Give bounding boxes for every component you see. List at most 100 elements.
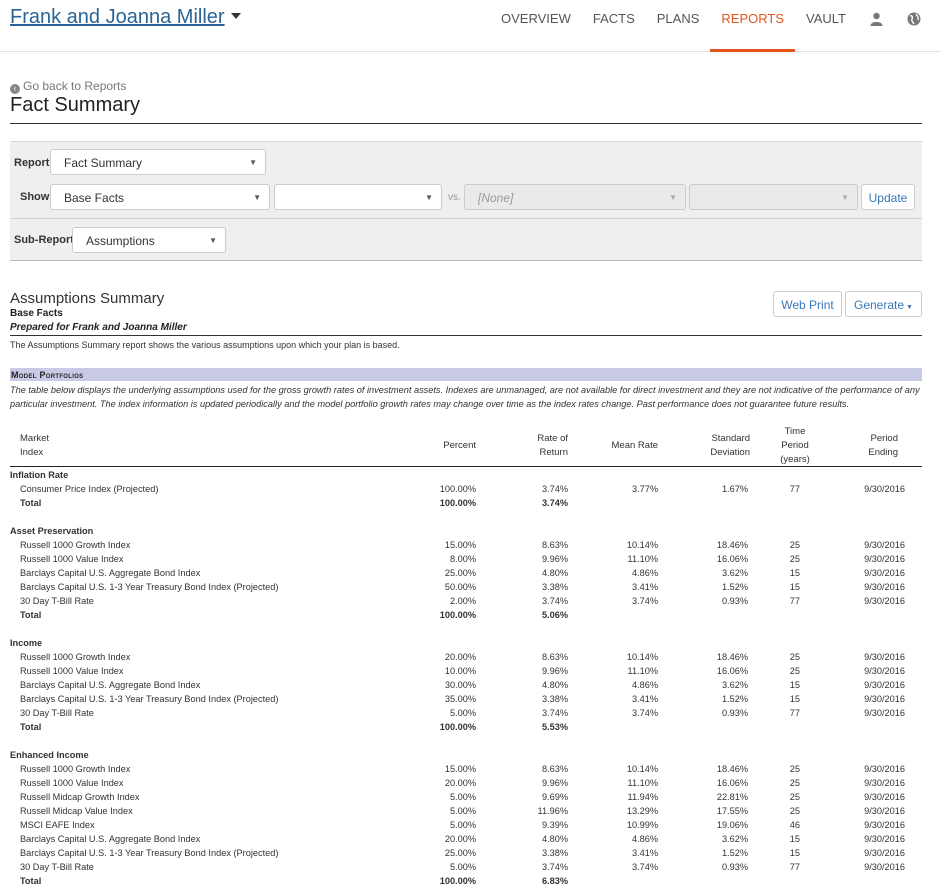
cell-rate-of-return: 3.74%	[541, 596, 568, 606]
cell-time-period: 25	[789, 540, 800, 550]
report-divider	[10, 335, 922, 336]
show-select[interactable]: Base Facts ▼	[50, 184, 270, 210]
cell-std-dev: 16.06%	[716, 666, 748, 676]
chevron-down-icon[interactable]	[230, 12, 241, 19]
table-row: Barclays Capital U.S. 1-3 Year Treasury …	[10, 846, 922, 860]
cell-percent: 5.00%	[449, 862, 476, 872]
cell-time-period: 77	[789, 708, 800, 718]
report-title: Assumptions Summary	[10, 290, 165, 307]
cell-rate-of-return: 9.96%	[541, 666, 568, 676]
table-row: 30 Day T-Bill Rate 5.00% 3.74% 3.74% 0.93% 77…	[10, 706, 922, 720]
cell-rate-of-return: 11.96%	[537, 806, 568, 816]
total-row: Total 100.00% 5.06%	[10, 608, 922, 622]
col-tp-line3: (years)	[780, 454, 810, 465]
total-percent: 100.00%	[439, 610, 476, 620]
total-label: Total	[20, 610, 42, 620]
cell-rate-of-return: 8.63%	[541, 540, 568, 550]
client-name-dropdown[interactable]: Frank and Joanna Miller	[10, 6, 241, 29]
cell-period-ending: 9/30/2016	[864, 666, 905, 676]
back-to-reports-link[interactable]: ‹ Go back to Reports	[10, 79, 126, 94]
cell-period-ending: 9/30/2016	[864, 806, 905, 816]
cell-percent: 2.00%	[449, 596, 476, 606]
subreport-select-value: Assumptions	[86, 234, 155, 248]
web-print-button[interactable]: Web Print	[773, 291, 842, 317]
report-controls-panel: Report: Fact Summary ▼ Show: Base Facts ▼ …	[10, 141, 922, 261]
cell-std-dev: 18.46%	[716, 764, 748, 774]
cell-period-ending: 9/30/2016	[864, 540, 905, 550]
cell-period-ending: 9/30/2016	[864, 778, 905, 788]
dropdown-arrow-icon: ▼	[669, 193, 677, 202]
cell-rate-of-return: 4.80%	[541, 680, 568, 690]
cell-mean-rate: 3.41%	[631, 694, 658, 704]
table-row: Barclays Capital U.S. Aggregate Bond Ind…	[10, 678, 922, 692]
cell-mean-rate: 3.74%	[631, 862, 658, 872]
dropdown-arrow-icon: ▼	[209, 236, 217, 245]
table-row: Russell Midcap Growth Index 5.00% 9.69% 11.…	[10, 790, 922, 804]
section-heading: Model Portfolios	[10, 368, 922, 381]
cell-time-period: 25	[789, 792, 800, 802]
col-tp-line1: Time	[784, 426, 806, 437]
report-select[interactable]: Fact Summary ▼	[50, 149, 266, 175]
cell-time-period: 77	[789, 596, 800, 606]
table-row: Russell 1000 Growth Index 20.00% 8.63% 10.1…	[10, 650, 922, 664]
cell-time-period: 15	[789, 680, 800, 690]
cell-time-period: 25	[789, 778, 800, 788]
cell-period-ending: 9/30/2016	[864, 708, 905, 718]
table-row: Russell 1000 Value Index 20.00% 9.96% 11.10…	[10, 776, 922, 790]
show-secondary-select[interactable]: ▼	[274, 184, 442, 210]
compare-select[interactable]: [None] ▼	[464, 184, 686, 210]
cell-percent: 5.00%	[449, 792, 476, 802]
vs-label: vs.	[448, 192, 461, 203]
caret-down-icon: ▼	[906, 304, 913, 311]
cell-percent: 35.00%	[444, 694, 476, 704]
cell-period-ending: 9/30/2016	[864, 568, 905, 578]
cell-std-dev: 1.52%	[721, 848, 748, 858]
table-row: Barclays Capital U.S. Aggregate Bond Ind…	[10, 566, 922, 580]
cell-index-name: Russell Midcap Value Index	[20, 806, 133, 816]
compare-secondary-select[interactable]: ▼	[689, 184, 858, 210]
cell-time-period: 15	[789, 834, 800, 844]
group-name: Income	[10, 638, 43, 648]
cell-mean-rate: 13.29%	[626, 806, 658, 816]
cell-percent: 10.00%	[444, 666, 476, 676]
dropdown-arrow-icon: ▼	[249, 158, 257, 167]
title-divider	[10, 123, 922, 124]
report-label: Report:	[14, 157, 54, 169]
cell-period-ending: 9/30/2016	[864, 484, 905, 494]
cell-std-dev: 3.62%	[721, 568, 748, 578]
globe-icon[interactable]	[895, 0, 933, 52]
cell-rate-of-return: 3.74%	[541, 862, 568, 872]
total-rate-of-return: 6.83%	[541, 876, 568, 886]
cell-time-period: 46	[789, 820, 800, 830]
nav-plans[interactable]: PLANS	[646, 0, 711, 52]
nav-vault[interactable]: VAULT	[795, 0, 857, 52]
col-tp-line2: Period	[781, 440, 809, 451]
cell-index-name: Barclays Capital U.S. 1-3 Year Treasury …	[20, 694, 279, 704]
cell-rate-of-return: 3.38%	[541, 694, 568, 704]
subreport-select[interactable]: Assumptions ▼	[72, 227, 226, 253]
nav-facts[interactable]: FACTS	[582, 0, 646, 52]
cell-index-name: Consumer Price Index (Projected)	[20, 484, 159, 494]
update-button[interactable]: Update	[861, 184, 915, 210]
dropdown-arrow-icon: ▼	[425, 193, 433, 202]
client-name[interactable]: Frank and Joanna Miller	[10, 6, 225, 28]
col-percent: Percent	[443, 440, 476, 451]
user-icon[interactable]	[857, 0, 895, 52]
table-row: Russell 1000 Value Index 10.00% 9.96% 11.10…	[10, 664, 922, 678]
cell-index-name: Russell 1000 Growth Index	[20, 652, 131, 662]
cell-rate-of-return: 3.38%	[541, 848, 568, 858]
table-row: Russell 1000 Growth Index 15.00% 8.63% 10.1…	[10, 538, 922, 552]
nav-overview[interactable]: OVERVIEW	[490, 0, 582, 52]
cell-std-dev: 3.62%	[721, 680, 748, 690]
generate-button-label: Generate	[854, 298, 905, 312]
cell-index-name: Barclays Capital U.S. 1-3 Year Treasury …	[20, 582, 279, 592]
nav-reports[interactable]: REPORTS	[710, 0, 796, 52]
report-description: The Assumptions Summary report shows the…	[10, 340, 400, 350]
group-name: Asset Preservation	[10, 526, 94, 536]
cell-period-ending: 9/30/2016	[864, 694, 905, 704]
cell-rate-of-return: 8.63%	[541, 652, 568, 662]
back-link-label[interactable]: Go back to Reports	[23, 79, 126, 93]
cell-period-ending: 9/30/2016	[864, 680, 905, 690]
panel-divider	[10, 218, 922, 219]
generate-button[interactable]: Generate ▼	[845, 291, 922, 317]
